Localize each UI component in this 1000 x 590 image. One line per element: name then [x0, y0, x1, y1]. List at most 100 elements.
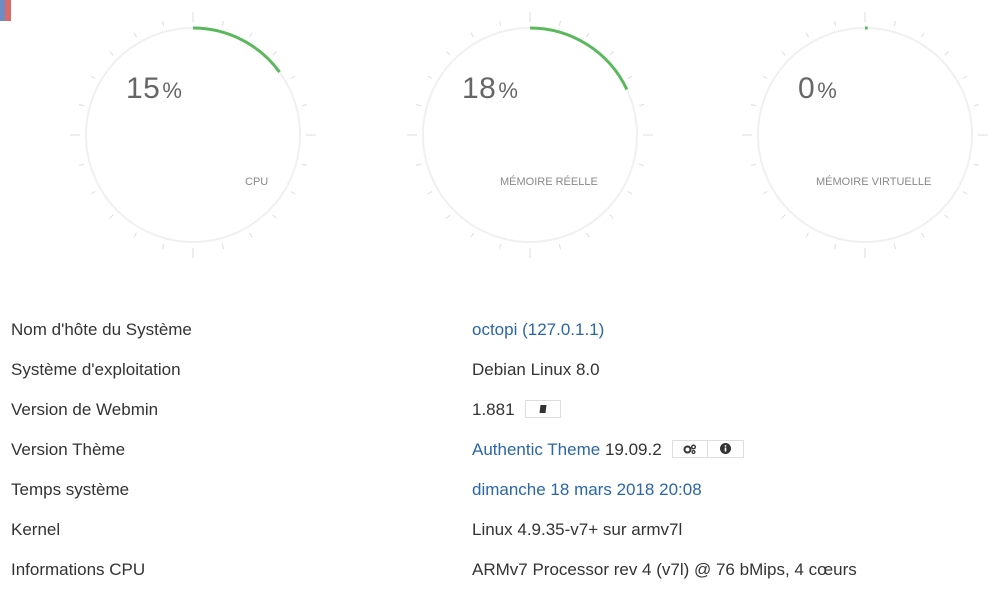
info-icon: [720, 443, 731, 454]
gauge-tick: [302, 104, 307, 105]
gauge-tick: [222, 244, 223, 249]
gauge-tick: [559, 21, 560, 26]
theme-logo-corner[interactable]: [0, 0, 11, 21]
gauge-tick: [587, 33, 590, 37]
gauge-virtual-memory-label: MÉMOIRE VIRTUELLE: [816, 176, 931, 188]
webmin-label: Version de Webmin: [11, 400, 158, 420]
gauge-tick: [834, 244, 835, 249]
theme-button-group: [672, 440, 744, 458]
gauge-real-memory-svg: [407, 0, 667, 270]
time-link[interactable]: dimanche 18 mars 2018 20:08: [472, 480, 702, 499]
gauge-tick: [428, 192, 432, 195]
gauge-tick: [963, 76, 967, 79]
row-webmin: Version de Webmin 1.881: [0, 390, 1000, 430]
webmin-version: 1.881: [472, 400, 515, 419]
gauge-tick: [963, 192, 967, 195]
theme-link[interactable]: Authentic Theme: [472, 440, 600, 459]
kernel-label: Kernel: [11, 520, 60, 540]
gauge-tick: [806, 33, 809, 37]
gauge-tick: [162, 21, 163, 26]
gauge-tick: [628, 76, 632, 79]
row-hostname: Nom d'hôte du Système octopi (127.0.1.1): [0, 310, 1000, 350]
gauge-tick: [922, 233, 925, 237]
gauge-virtual-memory: 0% MÉMOIRE VIRTUELLE: [742, 0, 1000, 270]
hostname-value[interactable]: octopi (127.0.1.1): [472, 320, 604, 340]
hostname-label: Nom d'hôte du Système: [11, 320, 192, 340]
gauge-tick: [974, 104, 979, 105]
book-icon: [538, 404, 548, 414]
gauge-tick: [559, 244, 560, 249]
gauge-cpu-value: 15%: [126, 72, 256, 106]
gauge-tick: [134, 233, 137, 237]
row-cpu-info: Informations CPU ARMv7 Processor rev 4 (…: [0, 550, 1000, 590]
gauge-tick: [447, 52, 451, 56]
gauge-tick: [291, 192, 295, 195]
gauge-tick: [782, 52, 786, 56]
gauge-tick: [763, 192, 767, 195]
kernel-value: Linux 4.9.35-v7+ sur armv7l: [472, 520, 682, 540]
gauge-tick: [945, 52, 949, 56]
gauge-virtual-memory-svg: [742, 0, 1000, 270]
gauge-track: [758, 28, 972, 242]
gauge-cpu: 15% CPU: [70, 0, 330, 270]
gauge-tick: [428, 76, 432, 79]
gauge-tick: [610, 52, 614, 56]
gauge-tick: [302, 164, 307, 165]
time-label: Temps système: [11, 480, 129, 500]
gauge-tick: [639, 164, 644, 165]
gauge-tick: [91, 192, 95, 195]
webmin-button-group: [525, 400, 561, 418]
gauge-cpu-svg: [70, 0, 330, 270]
gauge-tick: [222, 21, 223, 26]
gauge-real-memory-label: MÉMOIRE RÉELLE: [500, 176, 598, 188]
gauge-tick: [416, 164, 421, 165]
gauge-tick: [751, 164, 756, 165]
gauge-value-arc: [193, 28, 280, 72]
gauge-tick: [447, 215, 451, 219]
gauge-tick: [974, 164, 979, 165]
row-time: Temps système dimanche 18 mars 2018 20:0…: [0, 470, 1000, 510]
changelog-button[interactable]: [525, 400, 561, 418]
gauge-virtual-memory-value: 0%: [798, 72, 928, 106]
gauge-tick: [91, 76, 95, 79]
webmin-value: 1.881: [472, 400, 561, 420]
gauge-tick: [806, 233, 809, 237]
gauge-tick: [291, 76, 295, 79]
gauge-tick: [134, 33, 137, 37]
gauge-tick: [499, 244, 500, 249]
gauge-tick: [894, 244, 895, 249]
gauge-tick: [416, 104, 421, 105]
os-label: Système d'exploitation: [11, 360, 181, 380]
gauge-tick: [499, 21, 500, 26]
gauge-tick: [110, 52, 114, 56]
theme-label: Version Thème: [11, 440, 125, 460]
os-value: Debian Linux 8.0: [472, 360, 600, 380]
cogs-icon: [683, 444, 697, 454]
gauge-tick: [110, 215, 114, 219]
gauge-tick: [79, 104, 84, 105]
gauge-tick: [471, 33, 474, 37]
gauge-tick: [834, 21, 835, 26]
gauge-tick: [751, 104, 756, 105]
theme-value: Authentic Theme 19.09.2: [472, 440, 744, 460]
gauge-tick: [610, 215, 614, 219]
gauge-tick: [922, 33, 925, 37]
time-value[interactable]: dimanche 18 mars 2018 20:08: [472, 480, 702, 500]
row-theme: Version Thème Authentic Theme 19.09.2: [0, 430, 1000, 470]
gauge-tick: [79, 164, 84, 165]
row-os: Système d'exploitation Debian Linux 8.0: [0, 350, 1000, 390]
gauge-real-memory-value: 18%: [462, 72, 592, 106]
theme-settings-button[interactable]: [672, 440, 708, 458]
hostname-link[interactable]: octopi (127.0.1.1): [472, 320, 604, 339]
theme-version: 19.09.2: [605, 440, 662, 459]
gauge-tick: [471, 233, 474, 237]
gauge-tick: [273, 52, 277, 56]
gauge-tick: [639, 104, 644, 105]
row-kernel: Kernel Linux 4.9.35-v7+ sur armv7l: [0, 510, 1000, 550]
gauge-tick: [162, 244, 163, 249]
theme-info-button[interactable]: [708, 440, 744, 458]
gauge-tick: [250, 233, 253, 237]
cpu-info-value: ARMv7 Processor rev 4 (v7l) @ 76 bMips, …: [472, 560, 857, 580]
gauge-tick: [273, 215, 277, 219]
gauge-tick: [894, 21, 895, 26]
